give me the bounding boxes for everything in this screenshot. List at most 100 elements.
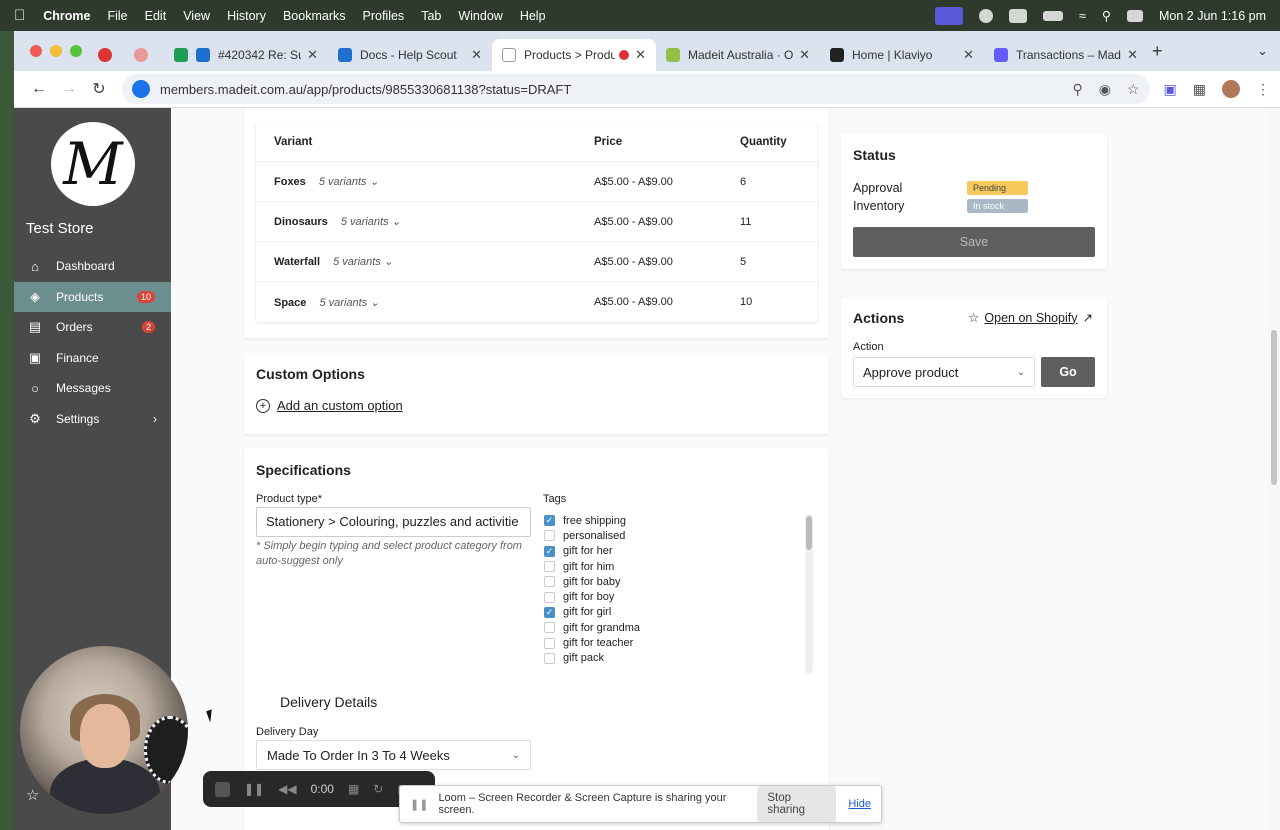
puzzle-icon[interactable]: ▦ bbox=[1193, 81, 1206, 98]
eye-off-icon[interactable]: ◉ bbox=[1099, 81, 1111, 98]
menu-app-name[interactable]: Chrome bbox=[43, 9, 90, 23]
variants-toggle[interactable]: 5 variants ⌄ bbox=[341, 216, 401, 228]
pinned-tab-loom[interactable] bbox=[128, 39, 164, 71]
checkbox-icon[interactable] bbox=[544, 622, 555, 634]
tag-personalised[interactable]: personalised bbox=[544, 528, 819, 543]
stop-recording-button[interactable] bbox=[215, 781, 230, 797]
pinned-tab-record[interactable] bbox=[92, 39, 128, 71]
product-type-input[interactable]: Stationery > Colouring, puzzles and acti… bbox=[256, 507, 531, 537]
apple-icon[interactable]:  bbox=[14, 7, 25, 24]
spotlight-icon[interactable]: ⚲ bbox=[1102, 8, 1111, 23]
close-tab-icon[interactable]: ✕ bbox=[1127, 47, 1138, 63]
tab-helpscout-docs[interactable]: Docs - Help Scout ✕ bbox=[328, 39, 492, 71]
menu-history[interactable]: History bbox=[227, 9, 266, 23]
tag-gift-pack[interactable]: gift pack bbox=[544, 651, 819, 666]
grid-icon[interactable]: ▦ bbox=[348, 782, 359, 796]
close-tab-icon[interactable]: ✕ bbox=[471, 47, 482, 63]
tab-products[interactable]: Products > Produ ✕ bbox=[492, 39, 656, 71]
webcam-bubble[interactable] bbox=[20, 646, 188, 814]
checkbox-checked-icon[interactable]: ✓ bbox=[544, 545, 555, 557]
sidebar-item-products[interactable]: ◈ Products 10 bbox=[14, 281, 171, 312]
delivery-day-select[interactable]: Made To Order In 3 To 4 Weeks ⌄ bbox=[256, 740, 531, 770]
sidebar-item-finance[interactable]: ▣ Finance bbox=[14, 343, 171, 374]
rewind-icon[interactable]: ◀◀ bbox=[278, 782, 296, 796]
close-tab-icon[interactable]: ✕ bbox=[799, 47, 810, 63]
variants-toggle[interactable]: 5 variants ⌄ bbox=[319, 176, 379, 188]
battery-icon[interactable] bbox=[1042, 10, 1063, 21]
tab-helpscout-ticket[interactable]: #420342 Re: Suppor ✕ bbox=[164, 39, 328, 71]
menu-edit[interactable]: Edit bbox=[145, 9, 167, 23]
clock[interactable]: Mon 2 Jun 1:16 pm bbox=[1159, 9, 1266, 23]
address-bar[interactable]: members.madeit.com.au/app/products/98553… bbox=[122, 74, 1150, 104]
tab-search-chevron-icon[interactable]: ⌄ bbox=[1257, 43, 1268, 59]
open-on-shopify-link[interactable]: ☆ Open on Shopify ↗ bbox=[968, 310, 1093, 326]
tags-scrollbar[interactable] bbox=[805, 514, 813, 674]
close-tab-icon[interactable]: ✕ bbox=[635, 47, 646, 63]
menu-bookmarks[interactable]: Bookmarks bbox=[283, 9, 346, 23]
restart-icon[interactable]: ↻ bbox=[373, 782, 383, 796]
menu-window[interactable]: Window bbox=[458, 9, 502, 23]
checkbox-icon[interactable] bbox=[544, 576, 555, 588]
loom-tray-icon[interactable] bbox=[978, 8, 993, 23]
checkbox-icon[interactable] bbox=[544, 530, 555, 542]
close-tab-icon[interactable]: ✕ bbox=[963, 47, 974, 63]
sidebar-item-orders[interactable]: ▤ Orders 2 bbox=[14, 312, 171, 343]
tab-klaviyo[interactable]: Home | Klaviyo ✕ bbox=[820, 39, 984, 71]
hide-sharing-bar-link[interactable]: Hide bbox=[848, 798, 871, 810]
tag-gift-for-him[interactable]: gift for him bbox=[544, 559, 819, 574]
page-scrollbar[interactable] bbox=[1268, 108, 1280, 830]
tab-stripe-transactions[interactable]: Transactions – Made ✕ bbox=[984, 39, 1148, 71]
add-custom-option-link[interactable]: + Add an custom option bbox=[256, 398, 403, 413]
go-button[interactable]: Go bbox=[1041, 357, 1095, 387]
screen-record-icon[interactable] bbox=[934, 6, 963, 25]
tab-shopify-orders[interactable]: Madeit Australia · Ord ✕ bbox=[656, 39, 820, 71]
close-tab-icon[interactable]: ✕ bbox=[307, 47, 318, 63]
menu-profiles[interactable]: Profiles bbox=[363, 9, 405, 23]
tag-gift-for-grandma[interactable]: gift for grandma bbox=[544, 620, 819, 635]
tag-gift-for-boy[interactable]: gift for boy bbox=[544, 589, 819, 604]
action-select[interactable]: Approve product ⌄ bbox=[853, 357, 1035, 387]
wifi-icon[interactable]: ≈ bbox=[1079, 9, 1086, 23]
forward-arrow-icon[interactable]: → bbox=[54, 80, 84, 98]
zoom-icon[interactable]: ⚲ bbox=[1072, 81, 1082, 98]
checkbox-checked-icon[interactable]: ✓ bbox=[544, 515, 555, 527]
store-logo[interactable]: M bbox=[51, 122, 135, 206]
sidebar-item-settings[interactable]: ⚙ Settings › bbox=[14, 404, 171, 435]
stop-sharing-button[interactable]: Stop sharing bbox=[757, 786, 837, 822]
tag-gift-for-girl[interactable]: ✓ gift for girl bbox=[544, 605, 819, 620]
menu-file[interactable]: File bbox=[107, 9, 127, 23]
sidebar-item-dashboard[interactable]: ⌂ Dashboard bbox=[14, 251, 171, 282]
extension-icon[interactable]: ▣ bbox=[1164, 81, 1177, 98]
maximize-window-button[interactable] bbox=[70, 45, 82, 57]
tag-free-shipping[interactable]: ✓ free shipping bbox=[544, 513, 819, 528]
save-button[interactable]: Save bbox=[853, 227, 1095, 257]
drag-handle-icon[interactable]: ❚❚ bbox=[410, 798, 428, 811]
checkbox-icon[interactable] bbox=[544, 652, 555, 664]
variants-toggle[interactable]: 5 variants ⌄ bbox=[319, 297, 379, 309]
checkbox-icon[interactable] bbox=[544, 561, 555, 573]
close-window-button[interactable] bbox=[30, 45, 42, 57]
menu-view[interactable]: View bbox=[183, 9, 210, 23]
checkbox-icon[interactable] bbox=[544, 591, 555, 603]
checkbox-checked-icon[interactable]: ✓ bbox=[544, 606, 555, 618]
new-tab-button[interactable]: + bbox=[1152, 41, 1163, 62]
tag-gift-for-her[interactable]: ✓ gift for her bbox=[544, 544, 819, 559]
star-icon[interactable]: ☆ bbox=[26, 786, 39, 804]
checkbox-icon[interactable] bbox=[544, 637, 555, 649]
sidebar-item-messages[interactable]: ○ Messages bbox=[14, 373, 171, 404]
reload-icon[interactable]: ↻ bbox=[84, 79, 114, 99]
back-arrow-icon[interactable]: ← bbox=[24, 80, 54, 98]
kebab-menu-icon[interactable]: ⋮ bbox=[1256, 81, 1270, 98]
page-scrollbar-thumb[interactable] bbox=[1271, 330, 1277, 485]
control-center-icon[interactable] bbox=[1126, 9, 1143, 22]
tag-gift-for-teacher[interactable]: gift for teacher bbox=[544, 635, 819, 650]
menu-tab[interactable]: Tab bbox=[421, 9, 441, 23]
profile-avatar[interactable] bbox=[1222, 80, 1240, 98]
site-info-icon[interactable] bbox=[132, 80, 150, 98]
bookmark-star-icon[interactable]: ☆ bbox=[1127, 81, 1140, 98]
variants-toggle[interactable]: 5 variants ⌄ bbox=[333, 256, 393, 268]
menu-help[interactable]: Help bbox=[520, 9, 546, 23]
minimize-window-button[interactable] bbox=[50, 45, 62, 57]
pause-icon[interactable]: ❚❚ bbox=[244, 782, 264, 796]
tag-gift-for-baby[interactable]: gift for baby bbox=[544, 574, 819, 589]
